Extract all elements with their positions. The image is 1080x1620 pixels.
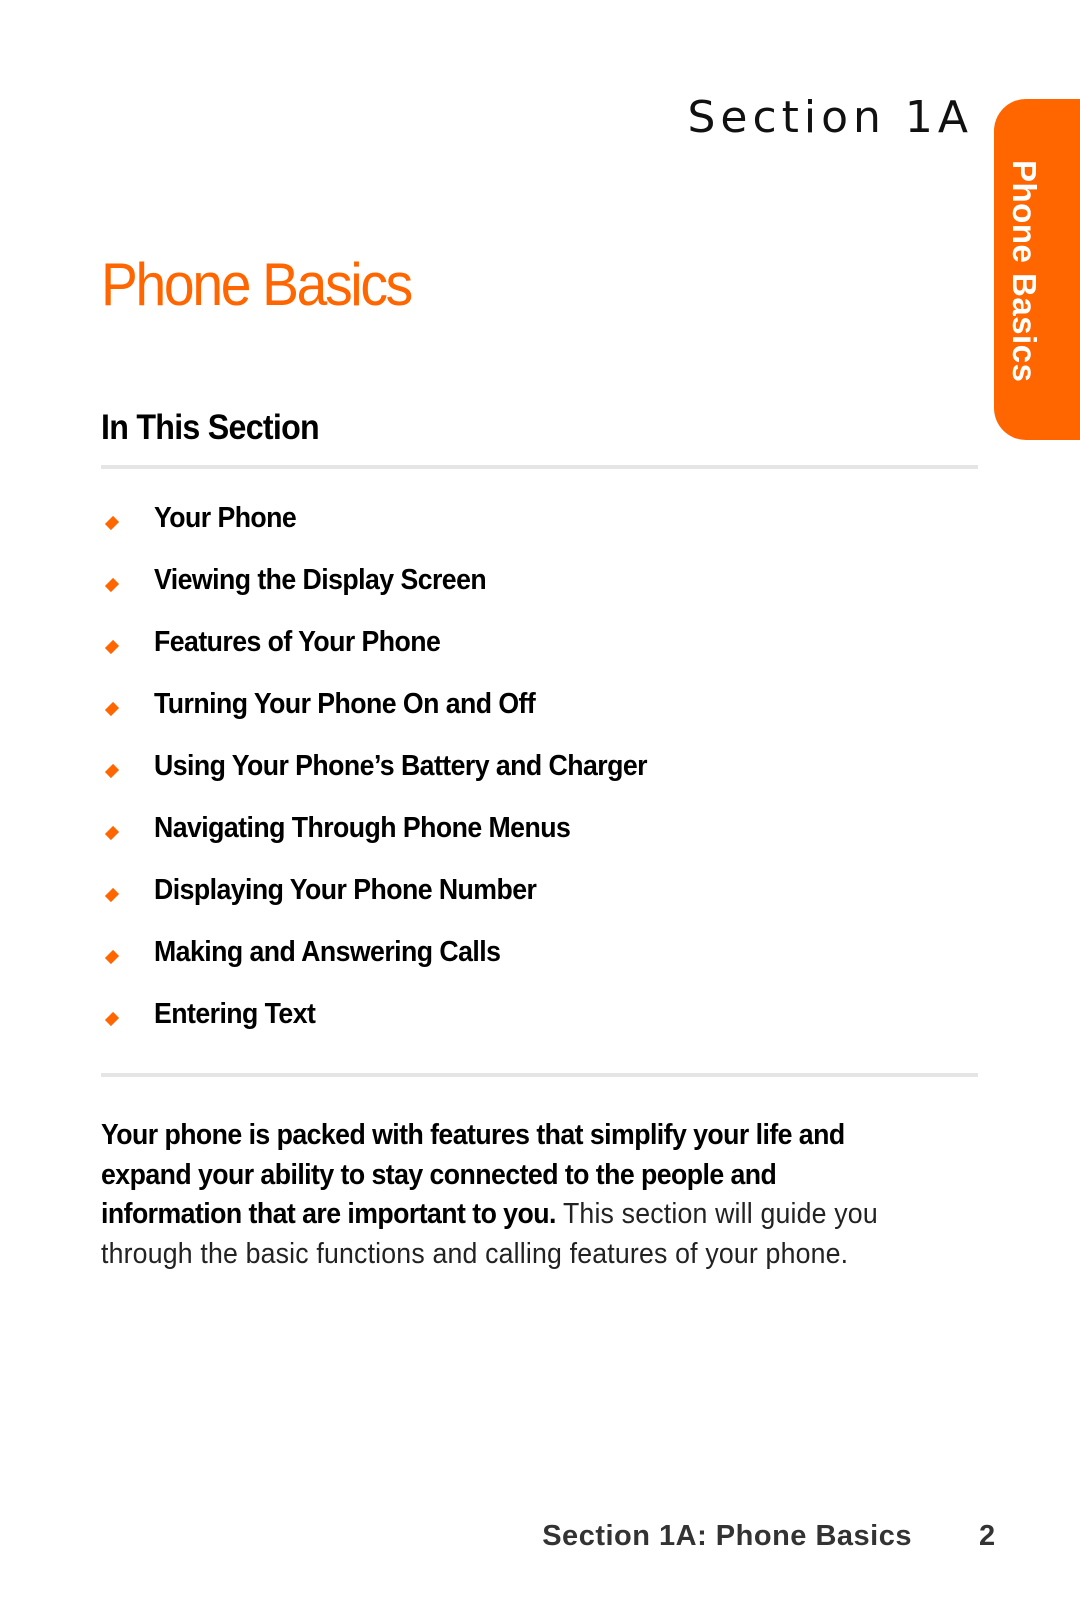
- topic-label: Displaying Your Phone Number: [154, 874, 537, 906]
- diamond-bullet-icon: [104, 1011, 120, 1027]
- diamond-bullet-icon: [104, 577, 120, 593]
- topic-label: Entering Text: [154, 998, 316, 1030]
- footer-section-title: Section 1A: Phone Basics: [542, 1520, 912, 1552]
- topic-label: Making and Answering Calls: [154, 936, 501, 968]
- page-number: 2: [979, 1520, 996, 1552]
- diamond-bullet-icon: [104, 639, 120, 655]
- diamond-bullet-icon: [104, 887, 120, 903]
- topic-label: Features of Your Phone: [154, 626, 441, 658]
- intro-paragraph: Your phone is packed with features that …: [101, 1116, 911, 1274]
- diamond-bullet-icon: [104, 763, 120, 779]
- in-this-section-heading: In This Section: [101, 408, 320, 447]
- diamond-bullet-icon: [104, 949, 120, 965]
- diamond-bullet-icon: [104, 701, 120, 717]
- topic-label: Turning Your Phone On and Off: [154, 688, 536, 720]
- diamond-bullet-icon: [104, 825, 120, 841]
- diamond-bullet-icon: [104, 515, 120, 531]
- topic-label: Using Your Phone’s Battery and Charger: [154, 750, 648, 782]
- topic-label: Your Phone: [154, 502, 297, 534]
- section-label: Section 1A: [687, 92, 973, 143]
- topic-label: Viewing the Display Screen: [154, 564, 487, 596]
- divider-bottom: [101, 1073, 978, 1077]
- divider-top: [101, 465, 978, 469]
- topic-label: Navigating Through Phone Menus: [154, 812, 571, 844]
- side-tab-label: Phone Basics: [1006, 160, 1043, 383]
- page-title: Phone Basics: [101, 251, 413, 318]
